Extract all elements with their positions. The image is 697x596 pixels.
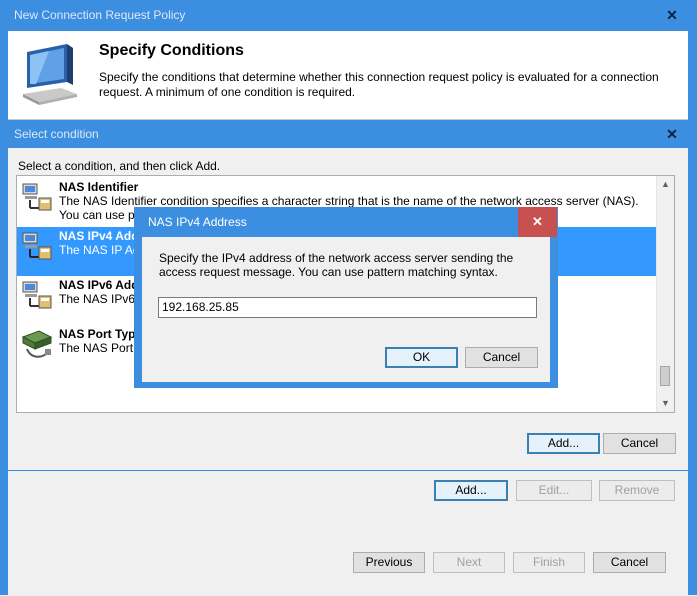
ipv4-ok-button[interactable]: OK [385,347,458,368]
main-edit-button[interactable]: Edit... [516,480,592,501]
main-window-border-right [688,31,697,595]
page-description: Specify the conditions that determine wh… [99,70,659,99]
port-cable-icon [21,329,53,361]
monitor-icon [21,44,81,106]
ipv4-address-input[interactable]: 192.168.25.85 [158,297,537,318]
main-close-icon[interactable]: ✕ [657,0,687,31]
ipv4-cancel-button[interactable]: Cancel [465,347,538,368]
item-title: NAS Port Type [59,327,143,341]
item-title: NAS IPv4 Add [59,229,139,243]
ipv4-description: Specify the IPv4 address of the network … [159,251,514,279]
main-add-button[interactable]: Add... [434,480,508,501]
scroll-up-icon[interactable]: ▲ [657,176,674,193]
main-remove-button[interactable]: Remove [599,480,675,501]
network-computers-icon [21,280,53,312]
main-window-title: New Connection Request Policy [14,8,186,22]
scroll-thumb[interactable] [660,366,670,386]
list-scrollbar[interactable]: ▲ ▼ [656,176,674,412]
select-cancel-button[interactable]: Cancel [603,433,676,454]
ipv4-dialog-title: NAS IPv4 Address [148,215,247,229]
main-window-titlebar: New Connection Request Policy [0,0,697,31]
next-button[interactable]: Next [433,552,505,573]
item-title: NAS Identifier [59,180,139,194]
select-instruction: Select a condition, and then click Add. [18,159,221,173]
select-condition-title: Select condition [14,127,99,141]
select-condition-titlebar: Select condition [7,120,689,148]
main-cancel-button[interactable]: Cancel [593,552,666,573]
select-add-button[interactable]: Add... [527,433,600,454]
network-computers-icon [21,231,53,263]
select-close-icon[interactable]: ✕ [657,120,687,148]
network-computers-icon [21,182,53,214]
item-title: NAS IPv6 Add [59,278,139,292]
page-heading: Specify Conditions [99,42,244,59]
ipv4-close-icon[interactable]: ✕ [518,207,557,237]
previous-button[interactable]: Previous [353,552,425,573]
finish-button[interactable]: Finish [513,552,585,573]
scroll-down-icon[interactable]: ▼ [657,395,674,412]
